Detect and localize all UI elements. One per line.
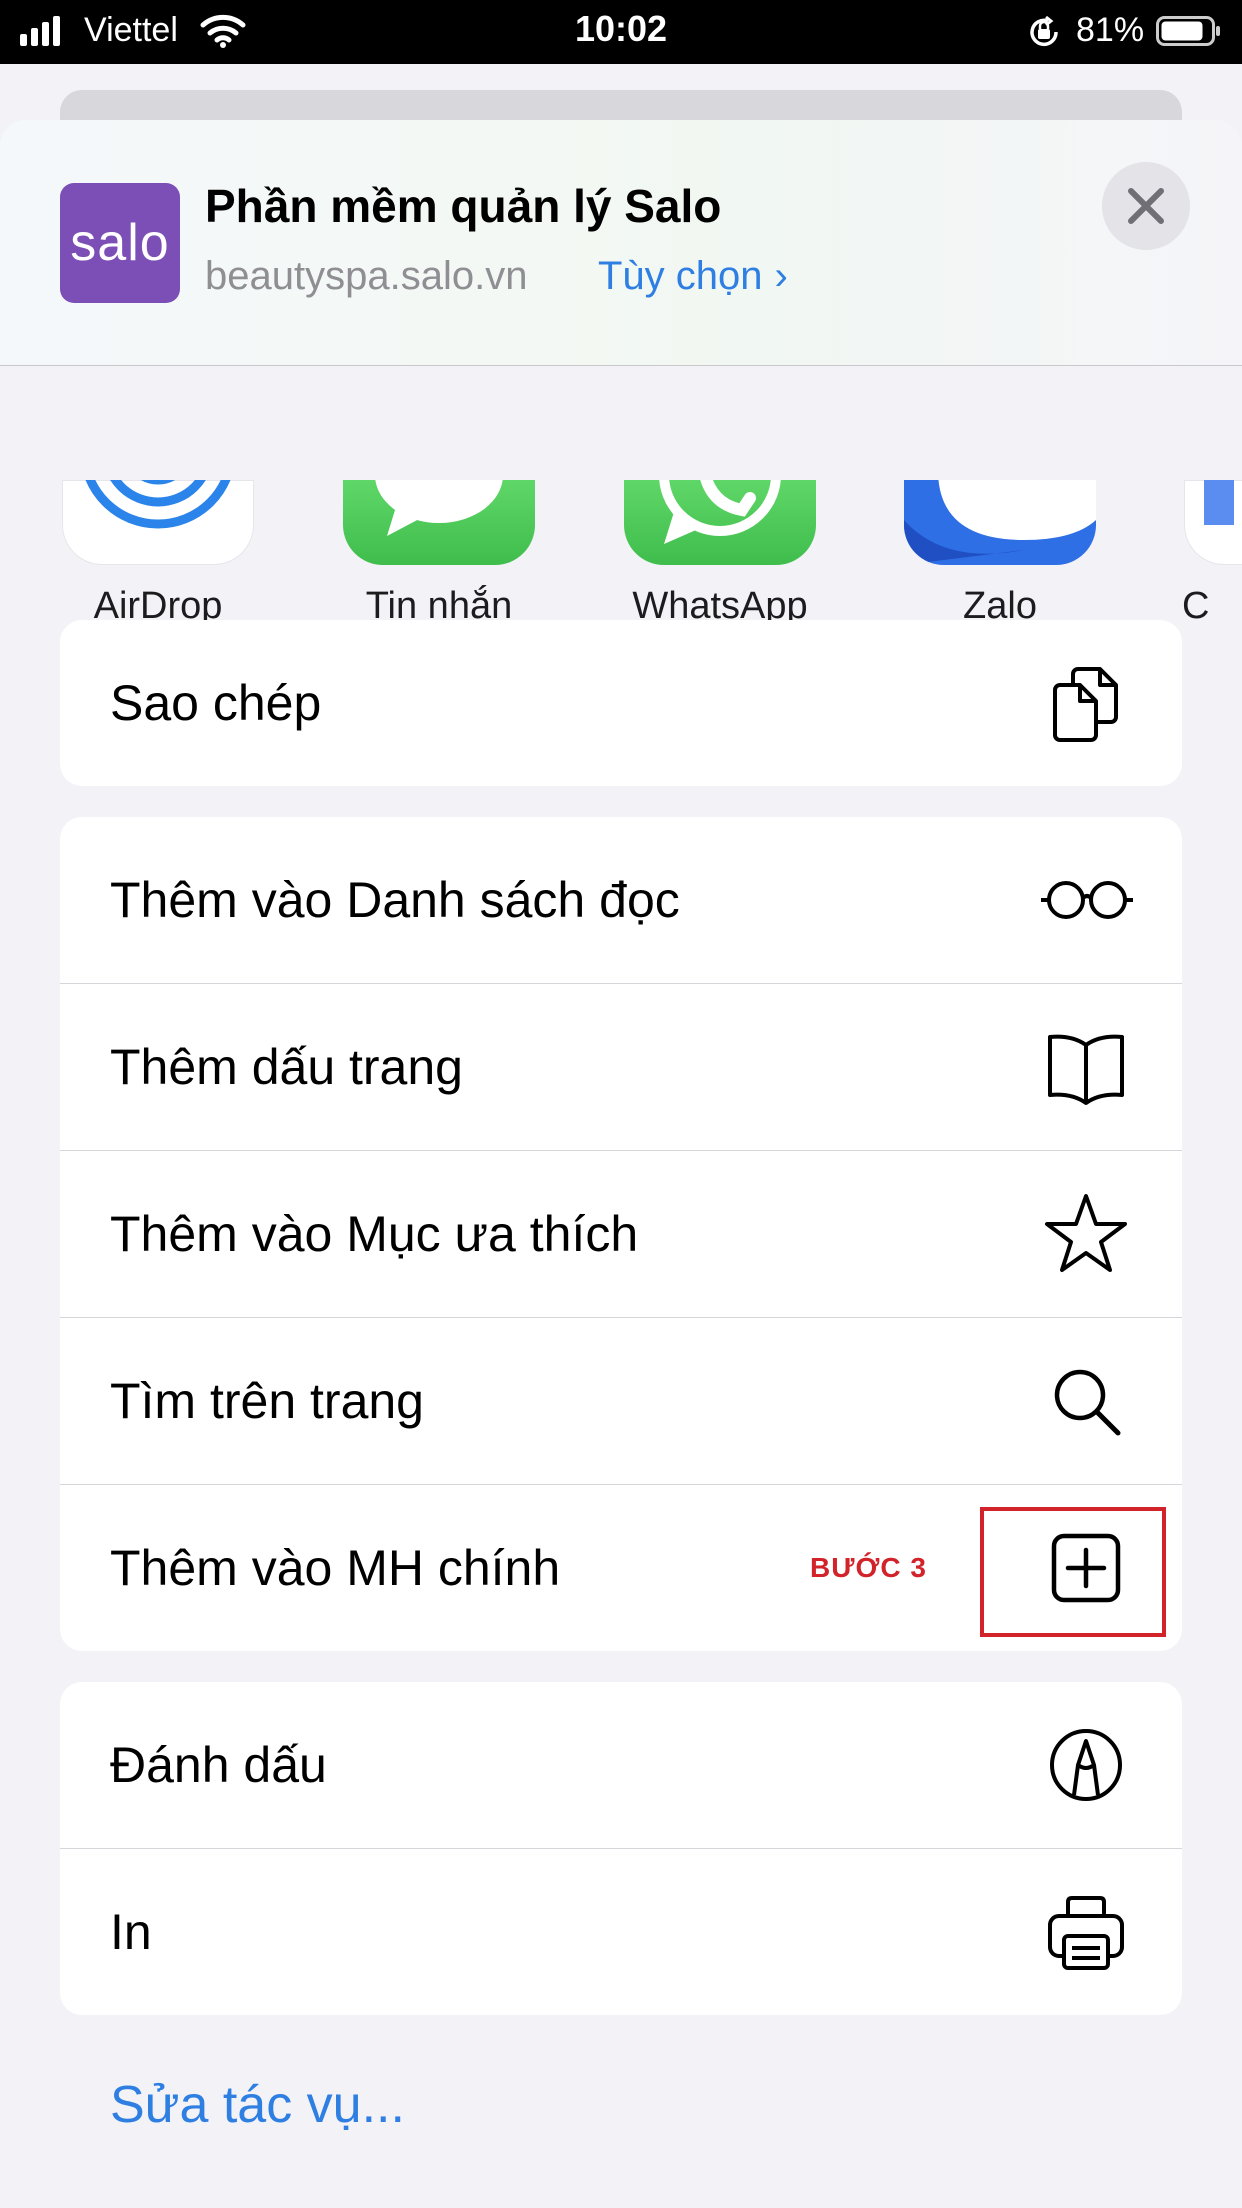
- action-group-other: Đánh dấu In: [60, 1682, 1182, 2015]
- action-copy[interactable]: Sao chép: [60, 620, 1182, 786]
- book-icon: [1048, 1034, 1124, 1105]
- share-apps-row[interactable]: AirDrop Tin nhắn WhatsApp Zalo C: [0, 360, 1242, 660]
- action-label: Thêm vào Mục ưa thích: [110, 1206, 639, 1262]
- site-icon: salo: [60, 183, 180, 303]
- app-label: C: [1182, 585, 1210, 627]
- step-annotation: BƯỚC 3: [810, 1552, 927, 1583]
- messages-icon: [343, 480, 535, 565]
- action-add-bookmark[interactable]: Thêm dấu trang: [60, 984, 1182, 1151]
- copy-icon: [1053, 667, 1118, 742]
- search-icon: [1054, 1369, 1121, 1436]
- close-icon: [1128, 188, 1164, 224]
- app-icon: [1184, 480, 1242, 565]
- edit-actions-link[interactable]: Sửa tác vụ...: [110, 2075, 405, 2135]
- action-add-reading-list[interactable]: Thêm vào Danh sách đọc: [60, 817, 1182, 984]
- action-label: Sao chép: [110, 675, 322, 731]
- add-square-icon: [1051, 1533, 1121, 1603]
- share-sheet: AirDrop Tin nhắn WhatsApp Zalo C salo Ph…: [0, 120, 1242, 2208]
- action-label: Đánh dấu: [110, 1737, 327, 1793]
- action-label: In: [110, 1904, 152, 1960]
- options-label: Tùy chọn: [598, 254, 763, 298]
- share-header: salo Phần mềm quản lý Salo beautyspa.sal…: [0, 120, 1242, 366]
- battery-percent: 81%: [1076, 11, 1145, 49]
- action-group-copy: Sao chép: [60, 620, 1182, 786]
- printer-icon: [1048, 1896, 1124, 1970]
- chevron-right-icon: ›: [774, 254, 788, 298]
- action-print[interactable]: In: [60, 1849, 1182, 2015]
- action-markup[interactable]: Đánh dấu: [60, 1682, 1182, 1849]
- status-bar: Viettel 10:02 81%: [0, 0, 1242, 64]
- star-icon: [1045, 1194, 1127, 1272]
- close-button[interactable]: [1102, 162, 1190, 250]
- action-add-to-home-screen[interactable]: Thêm vào MH chính BƯỚC 3: [60, 1485, 1182, 1651]
- action-label: Thêm vào MH chính: [110, 1540, 561, 1596]
- whatsapp-icon: [624, 480, 816, 565]
- orientation-lock-icon: [1030, 15, 1058, 47]
- options-link[interactable]: Tùy chọn ›: [598, 252, 788, 300]
- action-label: Thêm vào Danh sách đọc: [110, 872, 680, 928]
- battery-icon: [1156, 16, 1220, 46]
- action-label: Tìm trên trang: [110, 1373, 424, 1429]
- site-url: beautyspa.salo.vn: [205, 254, 528, 298]
- zalo-icon: [904, 480, 1096, 565]
- airdrop-icon: [62, 480, 254, 565]
- glasses-icon: [1041, 881, 1133, 919]
- markup-icon: [1050, 1729, 1122, 1801]
- action-label: Thêm dấu trang: [110, 1039, 463, 1095]
- action-find-on-page[interactable]: Tìm trên trang: [60, 1318, 1182, 1485]
- action-add-favorites[interactable]: Thêm vào Mục ưa thích: [60, 1151, 1182, 1318]
- action-group-page: Thêm vào Danh sách đọc Thêm dấu trang Th…: [60, 817, 1182, 1651]
- site-title: Phần mềm quản lý Salo: [205, 180, 722, 232]
